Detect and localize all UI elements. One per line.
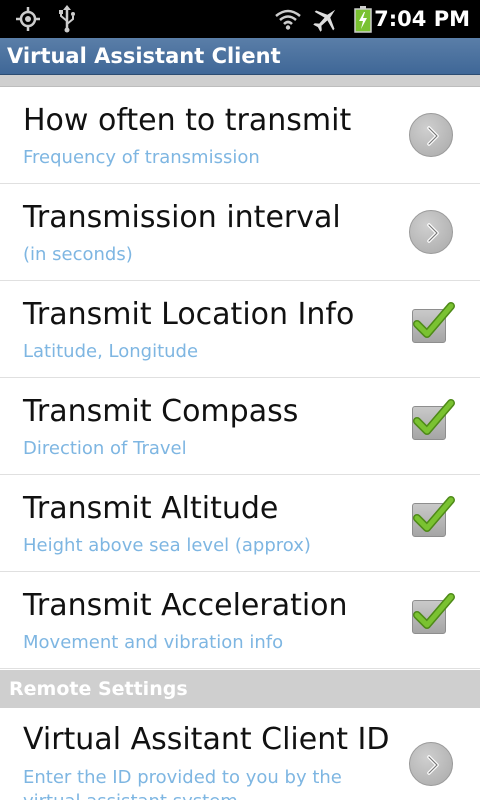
pref-client-id[interactable]: Virtual Assitant Client ID Enter the ID … bbox=[0, 708, 480, 800]
pref-title: Transmit Altitude bbox=[23, 491, 279, 526]
battery-charging-icon bbox=[352, 0, 374, 38]
pref-transmit-altitude[interactable]: Transmit Altitude Height above sea level… bbox=[0, 475, 480, 572]
pref-title: Transmit Acceleration bbox=[23, 588, 348, 623]
title-bar: Virtual Assistant Client bbox=[0, 38, 480, 75]
checkbox-checked[interactable] bbox=[412, 302, 455, 343]
pref-title: Transmit Compass bbox=[23, 394, 299, 429]
pref-summary: Height above sea level (approx) bbox=[23, 535, 311, 556]
checkbox-checked[interactable] bbox=[412, 593, 455, 634]
app-title: Virtual Assistant Client bbox=[7, 44, 281, 68]
pref-summary: Enter the ID provided to you by the virt… bbox=[23, 767, 342, 800]
pref-transmission-interval[interactable]: Transmission interval (in seconds) bbox=[0, 184, 480, 281]
pref-summary: Movement and vibration info bbox=[23, 632, 284, 653]
wifi-icon bbox=[274, 0, 302, 38]
chevron-right-icon[interactable] bbox=[409, 113, 453, 157]
preference-list: How often to transmit Frequency of trans… bbox=[0, 87, 480, 669]
status-time: 7:04 PM bbox=[374, 7, 470, 31]
status-bar: 7:04 PM bbox=[0, 0, 480, 38]
pref-summary: Frequency of transmission bbox=[23, 147, 260, 168]
category-label: Remote Settings bbox=[9, 678, 188, 700]
pref-title: Transmission interval bbox=[23, 200, 341, 235]
pref-summary: (in seconds) bbox=[23, 244, 133, 265]
pref-how-often-to-transmit[interactable]: How often to transmit Frequency of trans… bbox=[0, 87, 480, 184]
chevron-right-icon[interactable] bbox=[409, 742, 453, 786]
checkbox-checked[interactable] bbox=[412, 399, 455, 440]
pref-title: Virtual Assitant Client ID bbox=[23, 722, 390, 757]
pref-transmit-acceleration[interactable]: Transmit Acceleration Movement and vibra… bbox=[0, 572, 480, 669]
pref-title: Transmit Location Info bbox=[23, 297, 355, 332]
airplane-icon bbox=[311, 0, 341, 38]
pref-summary: Latitude, Longitude bbox=[23, 341, 199, 362]
gps-icon bbox=[14, 0, 42, 38]
pref-transmit-location-info[interactable]: Transmit Location Info Latitude, Longitu… bbox=[0, 281, 480, 378]
checkbox-checked[interactable] bbox=[412, 496, 455, 537]
category-header-remote-settings: Remote Settings bbox=[0, 670, 480, 708]
pref-transmit-compass[interactable]: Transmit Compass Direction of Travel bbox=[0, 378, 480, 475]
usb-icon bbox=[55, 0, 79, 38]
category-header-partial bbox=[0, 75, 480, 87]
chevron-right-icon[interactable] bbox=[409, 210, 453, 254]
pref-title: How often to transmit bbox=[23, 103, 352, 138]
pref-summary: Direction of Travel bbox=[23, 438, 187, 459]
